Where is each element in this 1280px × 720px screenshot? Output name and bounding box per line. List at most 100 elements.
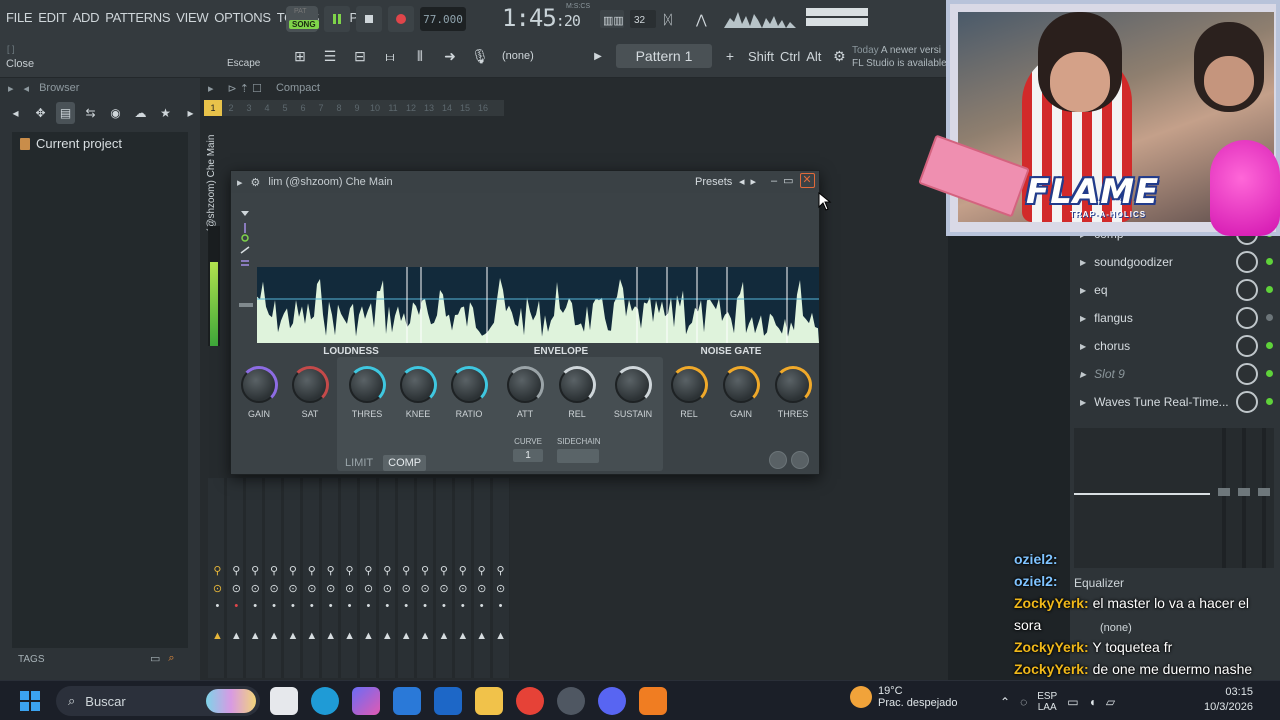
insert-row2-item[interactable]: ⊙: [491, 582, 510, 595]
slot-mix-knob[interactable]: [1236, 251, 1258, 273]
knob-dial[interactable]: [722, 366, 760, 404]
knob-dial[interactable]: [558, 366, 596, 404]
ruler-step[interactable]: 12: [402, 100, 420, 116]
taskbar-clock[interactable]: 03:15 10/3/2026: [1204, 685, 1253, 715]
slot-enable-led[interactable]: [1266, 258, 1273, 265]
insert-row1-item[interactable]: ⚲: [453, 564, 472, 577]
insert-row1-item[interactable]: ⚲: [359, 564, 378, 577]
slot-enable-led[interactable]: [1266, 342, 1273, 349]
slot-mix-knob[interactable]: [1236, 363, 1258, 385]
insert-row1-item[interactable]: ⚲: [227, 564, 246, 577]
insert-row4-item[interactable]: ▲: [265, 630, 284, 642]
plugin-picker-icon[interactable]: ⫴: [408, 44, 432, 68]
slot-arrow-icon[interactable]: ▶: [1080, 286, 1086, 295]
ruler-step[interactable]: 11: [384, 100, 402, 116]
windows-start-icon[interactable]: [20, 691, 40, 711]
insert-row4-item[interactable]: ▲: [340, 630, 359, 642]
insert-row4-item[interactable]: ▲: [453, 630, 472, 642]
microphone-icon[interactable]: 🎙: [468, 44, 492, 68]
ruler-step[interactable]: 9: [348, 100, 366, 116]
chrome-icon[interactable]: [516, 687, 544, 715]
news-panel[interactable]: Today A newer versi FL Studio is availab…: [852, 44, 947, 70]
ruler-step[interactable]: 8: [330, 100, 348, 116]
arrow-right-icon[interactable]: ▸: [237, 176, 243, 189]
pat-song-toggle[interactable]: PAT SONG: [286, 6, 319, 32]
slot-arrow-icon[interactable]: ▶: [1080, 398, 1086, 407]
cloud-icon[interactable]: ☁: [131, 102, 150, 124]
knob-dial[interactable]: [774, 366, 812, 404]
menu-options[interactable]: OPTIONS: [214, 10, 271, 25]
effect-slot[interactable]: ▶ chorus: [1070, 332, 1280, 360]
insert-row4-item[interactable]: ▲: [284, 630, 303, 642]
pattern-arrow-icon[interactable]: ▶: [586, 44, 610, 68]
close-button[interactable]: ✕: [799, 173, 815, 188]
insert-row3-item[interactable]: •: [208, 600, 227, 612]
insert-row1-item[interactable]: ⚲: [397, 564, 416, 577]
tool-icons[interactable]: ⊳ ⇡ ☐: [228, 82, 262, 95]
knob-dial[interactable]: [506, 366, 544, 404]
volume-icon[interactable]: ◖: [1089, 695, 1096, 709]
insert-row4-item[interactable]: ▲: [227, 630, 246, 642]
record-button[interactable]: [388, 6, 414, 32]
slot-arrow-icon[interactable]: ▶: [1080, 370, 1086, 379]
insert-row4-item[interactable]: ▲: [397, 630, 416, 642]
ruler-step[interactable]: 13: [420, 100, 438, 116]
insert-row2-item[interactable]: ⊙: [453, 582, 472, 595]
insert-row3-item[interactable]: •: [472, 600, 491, 612]
insert-row1-item[interactable]: ⚲: [302, 564, 321, 577]
insert-row3-item[interactable]: •: [416, 600, 435, 612]
knob-dial[interactable]: [348, 366, 386, 404]
insert-row1-item[interactable]: ⚲: [435, 564, 454, 577]
arrow-right-icon[interactable]: ▸: [8, 82, 14, 95]
language-indicator[interactable]: ESP LAA: [1037, 691, 1057, 713]
outlook-icon[interactable]: [434, 687, 462, 715]
insert-row3-item[interactable]: •: [302, 600, 321, 612]
insert-row3-item[interactable]: •: [340, 600, 359, 612]
insert-row2-item[interactable]: ⊙: [378, 582, 397, 595]
chat-username[interactable]: ZockyYerk:: [1014, 661, 1089, 677]
preset-nav-icons[interactable]: ◂▸: [739, 175, 762, 188]
plugins-icon[interactable]: ⇆: [81, 102, 100, 124]
chat-username[interactable]: oziel2:: [1014, 573, 1058, 589]
insert-row1-item[interactable]: ⚲: [284, 564, 303, 577]
sidechain-select[interactable]: [557, 449, 599, 463]
ruler-step[interactable]: 15: [456, 100, 474, 116]
weather-widget[interactable]: 19°C Prac. despejado: [850, 685, 958, 709]
search-icon[interactable]: ⌕: [168, 652, 174, 665]
song-time-display[interactable]: 1:45:20: [502, 4, 581, 32]
collapse-left-icon[interactable]: ◂: [6, 102, 25, 124]
ruler-step[interactable]: 7: [312, 100, 330, 116]
effect-slot[interactable]: ▶ Waves Tune Real-Time...: [1070, 388, 1280, 416]
menu-add[interactable]: ADD: [73, 10, 100, 25]
insert-row1-item[interactable]: ⚲: [265, 564, 284, 577]
taskbar-search[interactable]: ⌕ Buscar: [56, 686, 260, 716]
insert-row3-item[interactable]: •: [321, 600, 340, 612]
insert-row4-item[interactable]: ▲: [359, 630, 378, 642]
folder-icon[interactable]: [475, 687, 503, 715]
maximize-icon[interactable]: ▭: [783, 174, 793, 187]
insert-row3-item[interactable]: •: [246, 600, 265, 612]
minimize-icon[interactable]: –: [771, 175, 777, 187]
menu-view[interactable]: VIEW: [176, 10, 208, 25]
ruler-step[interactable]: 16: [474, 100, 492, 116]
back-icon[interactable]: ◂: [24, 82, 30, 95]
stop-button[interactable]: [356, 6, 382, 32]
tray-app-icon[interactable]: ◌: [1020, 695, 1027, 709]
insert-row4-item[interactable]: ▲: [416, 630, 435, 642]
network-icon[interactable]: ▭: [1067, 695, 1078, 709]
insert-row1-item[interactable]: ⚲: [340, 564, 359, 577]
circle-button-1[interactable]: [769, 451, 787, 469]
slot-enable-led[interactable]: [1266, 398, 1273, 405]
insert-row2-item[interactable]: ⊙: [340, 582, 359, 595]
insert-row3-item[interactable]: •: [284, 600, 303, 612]
ruler-step[interactable]: 5: [276, 100, 294, 116]
slot-mix-knob[interactable]: [1236, 279, 1258, 301]
arrow-right-icon[interactable]: ➜: [438, 44, 462, 68]
insert-row2-item[interactable]: ⊙: [284, 582, 303, 595]
ruler-step[interactable]: 4: [258, 100, 276, 116]
insert-row3-item[interactable]: •: [435, 600, 454, 612]
store-icon[interactable]: [393, 687, 421, 715]
fl-studio-icon[interactable]: [639, 687, 667, 715]
mixer-icon[interactable]: ⧦: [378, 44, 402, 68]
insert-row3-item[interactable]: •: [265, 600, 284, 612]
